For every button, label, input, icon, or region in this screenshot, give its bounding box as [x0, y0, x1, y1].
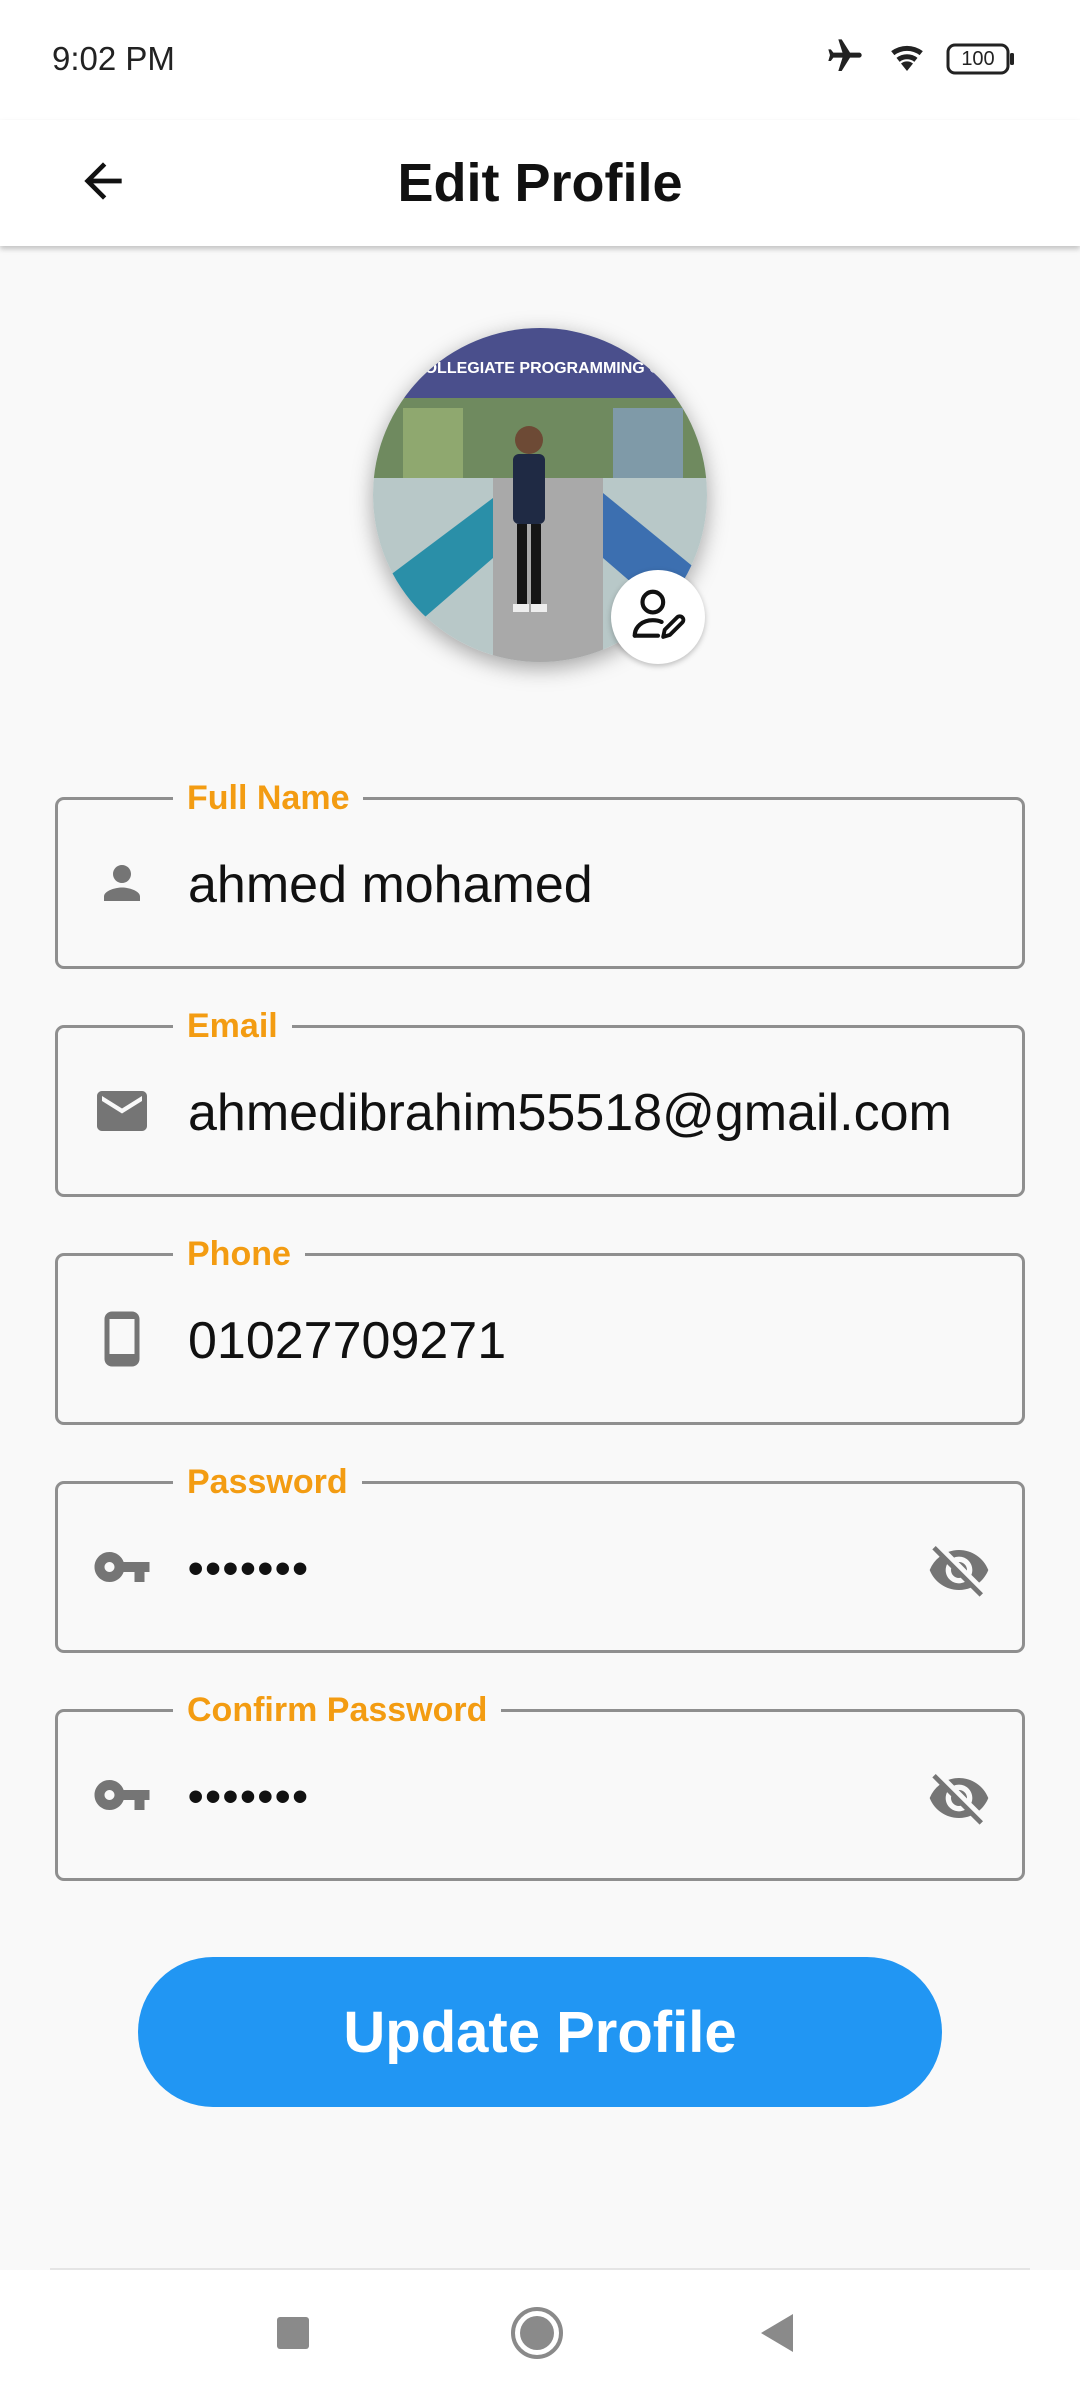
visibility-off-icon[interactable] — [926, 1765, 992, 1831]
phone-input[interactable]: 01027709271 — [188, 1306, 968, 1376]
system-nav-bar — [0, 2270, 1080, 2400]
back-button[interactable] — [58, 138, 148, 228]
confirm-password-field[interactable]: Confirm Password ••••••• — [55, 1684, 1025, 1881]
person-icon — [92, 853, 152, 913]
confirm-password-label: Confirm Password — [173, 1684, 502, 1736]
phone-field[interactable]: Phone 01027709271 — [55, 1228, 1025, 1425]
user-edit-icon — [627, 584, 689, 651]
update-profile-button[interactable]: Update Profile — [138, 1957, 942, 2107]
avatar-banner-text: AN COLLEGIATE PROGRAMMING CONT — [385, 360, 694, 377]
status-icons: 100 — [822, 36, 1016, 81]
full-name-label: Full Name — [173, 772, 364, 824]
password-label: Password — [173, 1456, 362, 1508]
key-icon — [92, 1765, 152, 1825]
email-field[interactable]: Email ahmedibrahim55518@gmail.com — [55, 1000, 1025, 1197]
home-button[interactable] — [492, 2290, 582, 2380]
battery-icon: 100 — [946, 42, 1016, 76]
wifi-icon — [884, 36, 930, 81]
full-name-field[interactable]: Full Name ahmed mohamed — [55, 772, 1025, 969]
password-field[interactable]: Password ••••••• — [55, 1456, 1025, 1653]
recents-button[interactable] — [248, 2290, 338, 2380]
change-photo-button[interactable] — [611, 570, 705, 664]
confirm-password-input[interactable]: ••••••• — [188, 1762, 968, 1832]
battery-level: 100 — [961, 47, 995, 70]
phone-icon — [92, 1309, 152, 1369]
status-bar: 9:02 PM 100 — [0, 0, 1080, 120]
system-back-button[interactable] — [732, 2290, 822, 2380]
recents-square-icon — [273, 2313, 313, 2358]
email-label: Email — [173, 1000, 292, 1052]
airplane-icon — [822, 36, 868, 81]
status-time: 9:02 PM — [52, 40, 175, 77]
key-icon — [92, 1537, 152, 1597]
avatar-container: AN COLLEGIATE PROGRAMMING CONT — [373, 328, 707, 664]
back-triangle-icon — [757, 2312, 797, 2359]
full-name-input[interactable]: ahmed mohamed — [188, 850, 968, 920]
phone-label: Phone — [173, 1228, 305, 1280]
home-circle-icon — [509, 2305, 565, 2366]
page-title: Edit Profile — [397, 153, 683, 213]
arrow-back-icon — [75, 153, 131, 214]
password-input[interactable]: ••••••• — [188, 1534, 968, 1604]
app-bar: Edit Profile — [0, 120, 1080, 246]
mail-icon — [92, 1081, 152, 1141]
email-input[interactable]: ahmedibrahim55518@gmail.com — [188, 1078, 968, 1148]
visibility-off-icon[interactable] — [926, 1537, 992, 1603]
